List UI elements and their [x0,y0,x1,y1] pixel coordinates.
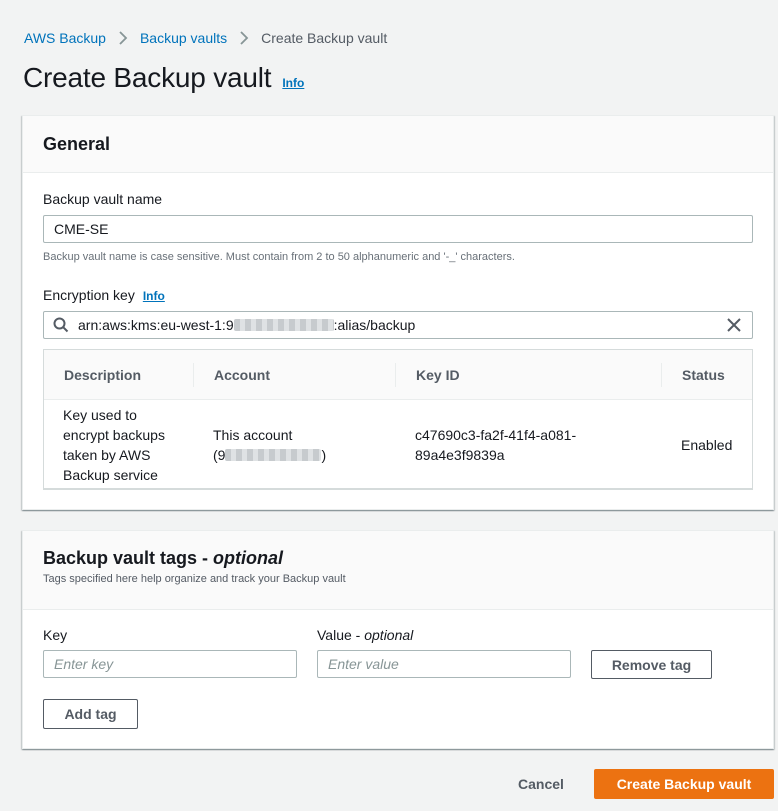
column-header-description: Description [64,367,142,383]
cell-account-id: (9) [213,445,326,465]
redacted-account-id [233,319,334,331]
page-title: Create Backup vault [23,62,272,93]
vault-name-label: Backup vault name [43,191,163,207]
cell-account-id-open: (9 [213,447,226,463]
create-backup-vault-button[interactable]: Create Backup vault [594,769,774,799]
cell-description-line: Key used to [63,407,137,423]
column-header-status: Status [682,367,725,383]
close-icon[interactable] [726,317,742,333]
general-panel-title: General [43,133,111,154]
chevron-right-icon [118,31,128,45]
cell-account-name: This account [213,427,293,443]
tag-value-optional-text: optional [364,627,414,643]
tags-title-text: Backup vault tags [43,548,198,568]
vault-name-hint: Backup vault name is case sensitive. Mus… [43,251,515,263]
redacted-account-id [225,449,322,461]
cell-description-line: taken by AWS [63,447,151,463]
encryption-key-value-prefix: arn:aws:kms:eu-west-1:9 [78,317,234,333]
cancel-button[interactable]: Cancel [508,770,574,798]
tag-key-label: Key [43,627,68,643]
cell-description: Key used to encrypt backups taken by AWS… [63,405,165,485]
encryption-key-label-row: Encryption key Info [43,287,165,303]
cell-key-id-line: 89a4e3f9839a [415,447,505,463]
cell-description-line: Backup service [63,467,158,483]
page-info-link[interactable]: Info [282,76,304,90]
tag-value-input[interactable] [317,650,571,678]
column-divider [193,363,194,387]
tag-value-label-text: Value [317,627,352,643]
general-panel-header: General [23,116,773,173]
tags-panel: Backup vault tags - optional Tags specif… [22,530,774,749]
cell-key-id: c47690c3-fa2f-41f4-a081- 89a4e3f9839a [415,425,576,465]
tag-key-input[interactable] [43,650,297,678]
column-divider [661,363,662,387]
tag-value-label: Value - optional [317,627,413,643]
tags-panel-subtitle: Tags specified here help organize and tr… [43,573,346,585]
column-header-key-id: Key ID [416,367,460,383]
chevron-right-icon [239,31,249,45]
vault-name-input[interactable] [43,215,753,243]
search-icon [53,317,69,333]
tags-panel-title: Backup vault tags - optional [43,548,753,569]
general-panel: General Backup vault name Backup vault n… [22,115,774,510]
remove-tag-button[interactable]: Remove tag [591,650,712,679]
encryption-key-search[interactable]: arn:aws:kms:eu-west-1:9 :alias/backup [43,311,753,339]
tags-panel-header: Backup vault tags - optional Tags specif… [23,531,773,610]
breadcrumb-backup-vaults[interactable]: Backup vaults [140,30,227,46]
page-header: Create Backup vault Info [23,62,304,94]
tags-optional-text: optional [213,548,284,568]
encryption-key-info-link[interactable]: Info [143,289,165,303]
column-divider [395,363,396,387]
table-row[interactable]: Key used to encrypt backups taken by AWS… [44,400,752,490]
breadcrumb: AWS Backup Backup vaults Create Backup v… [24,30,387,46]
breadcrumb-aws-backup[interactable]: AWS Backup [24,30,106,46]
cell-account: This account (9) [213,425,326,465]
encryption-key-table: Description Account Key ID Status Key us… [43,349,753,490]
cell-status: Enabled [681,437,733,453]
encryption-key-value: arn:aws:kms:eu-west-1:9 :alias/backup [78,317,726,333]
encryption-key-value-suffix: :alias/backup [333,317,416,333]
encryption-key-label: Encryption key [43,287,135,303]
column-header-account: Account [214,367,270,383]
cell-key-id-line: c47690c3-fa2f-41f4-a081- [415,427,577,443]
add-tag-button[interactable]: Add tag [43,699,138,729]
breadcrumb-current: Create Backup vault [261,30,388,46]
cell-description-line: encrypt backups [63,427,165,443]
cell-account-id-close: ) [321,447,327,463]
tags-title-sep: - [197,548,214,568]
tag-value-label-sep: - [351,627,365,643]
table-header: Description Account Key ID Status [44,350,752,400]
